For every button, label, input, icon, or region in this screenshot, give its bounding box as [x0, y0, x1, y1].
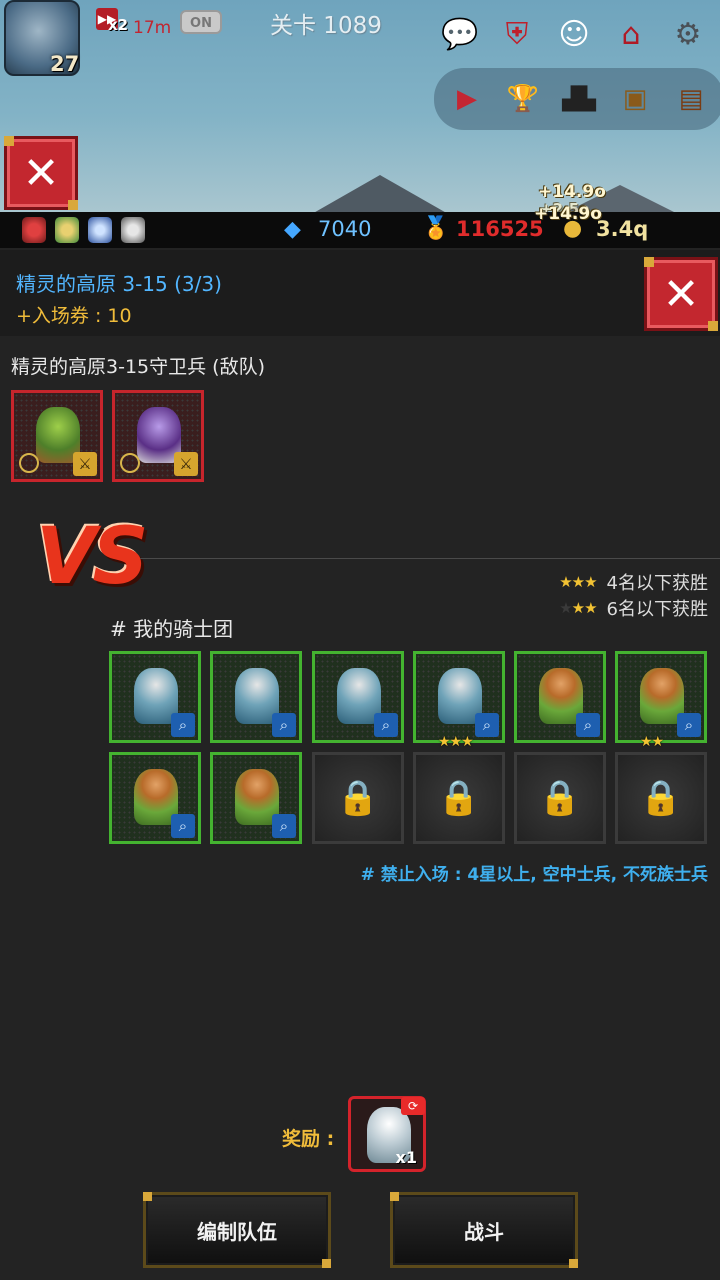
ring-icon: [19, 453, 39, 473]
reward-quantity: x1: [395, 1148, 417, 1167]
battle-button[interactable]: 战斗: [390, 1192, 578, 1268]
magnifier-icon[interactable]: ⌕: [475, 713, 499, 737]
three-star-icon: ★★★: [559, 573, 597, 591]
ally-unit-card[interactable]: ⌕ ★★★: [413, 651, 505, 750]
magnifier-icon[interactable]: ⌕: [272, 814, 296, 838]
magnifier-icon[interactable]: ⌕: [677, 713, 701, 737]
party-icons: [22, 217, 145, 243]
sword-icon: ⚔: [73, 452, 97, 476]
lock-icon: 🔒: [639, 778, 683, 818]
play-icon[interactable]: ▶: [444, 76, 490, 122]
sword-icon: ⚔: [174, 452, 198, 476]
boost-time-remaining: 17m: [133, 18, 172, 38]
trophy-icon[interactable]: 🏆: [500, 76, 546, 122]
hero-portrait-icon[interactable]: [88, 217, 112, 243]
hero-portrait-icon[interactable]: [121, 217, 145, 243]
locked-slot[interactable]: 🔒: [514, 752, 606, 844]
medal-icon: 🏅: [422, 216, 450, 241]
sub-menu: ▶ 🏆 ▟▙ ▣ ▤: [434, 68, 720, 130]
win-condition-text: 4名以下获胜: [606, 573, 708, 594]
gear-icon[interactable]: ⚙: [664, 10, 712, 58]
lock-icon: 🔒: [538, 778, 582, 818]
speed-multiplier: x2: [108, 16, 129, 34]
stage-label: 关卡 1089: [270, 13, 382, 39]
ally-unit-card[interactable]: ⌕: [210, 752, 302, 844]
ally-unit-card[interactable]: ⌕ ★★: [615, 651, 707, 750]
resource-bar: ◆ 7040 🏅 116525 ● 3.4q: [0, 212, 720, 248]
magnifier-icon[interactable]: ⌕: [374, 713, 398, 737]
shield-banner-icon[interactable]: ⛨: [493, 10, 541, 58]
win-condition: ★★★ 4名以下获胜: [559, 569, 708, 595]
win-condition-text: 6名以下获胜: [606, 599, 708, 620]
lock-icon: 🔒: [336, 778, 380, 818]
podium-icon[interactable]: ▟▙: [556, 76, 602, 122]
mountain: [310, 175, 450, 212]
lock-icon: 🔒: [437, 778, 481, 818]
locked-slot[interactable]: 🔒: [413, 752, 505, 844]
ally-unit-card[interactable]: ⌕: [109, 651, 201, 743]
dialog-close-button[interactable]: ✕: [644, 257, 718, 331]
auto-toggle[interactable]: ON: [180, 10, 222, 34]
reward-item[interactable]: ⟳ x1: [348, 1096, 426, 1172]
hero-portrait-icon[interactable]: [22, 217, 46, 243]
ally-unit-card[interactable]: ⌕: [109, 752, 201, 844]
angel-icon[interactable]: ☺: [550, 10, 598, 58]
vs-logo: VS: [36, 512, 149, 602]
divider: [140, 558, 720, 559]
star-rating: ★★: [640, 734, 664, 750]
gem-count: 7040: [318, 217, 372, 241]
magnifier-icon[interactable]: ⌕: [576, 713, 600, 737]
locked-slot[interactable]: 🔒: [615, 752, 707, 844]
card-book-icon[interactable]: ▤: [668, 76, 714, 122]
ring-icon: [120, 453, 140, 473]
monster-book-icon[interactable]: ▣: [612, 76, 658, 122]
entry-restriction-text: # 禁止入场 : 4星以上, 空中士兵, 不死族士兵: [360, 865, 708, 885]
magnifier-icon[interactable]: ⌕: [171, 713, 195, 737]
magnifier-icon[interactable]: ⌕: [272, 713, 296, 737]
dialog-title: 精灵的高原 3-15 (3/3): [16, 272, 222, 296]
scene-close-button[interactable]: ✕: [4, 136, 78, 210]
ally-section-title: # 我的骑士团: [110, 617, 234, 641]
locked-slot[interactable]: 🔒: [312, 752, 404, 844]
magnifier-icon[interactable]: ⌕: [171, 814, 195, 838]
reward-label: 奖励 :: [282, 1128, 335, 1150]
top-menu: 💬 ⛨ ☺ ⌂ ⚙: [436, 10, 720, 58]
game-scene: 27 ▶▶ x2 17m ON 关卡 1089 💬 ⛨ ☺ ⌂ ⚙ ▶ 🏆 ▟▙…: [0, 0, 720, 212]
ally-unit-card[interactable]: ⌕: [312, 651, 404, 743]
ally-unit-card[interactable]: ⌕: [210, 651, 302, 743]
hero-portrait-icon[interactable]: [55, 217, 79, 243]
gold-count: 3.4q: [596, 217, 649, 241]
enemy-section-title: 精灵的高原3-15守卫兵 (敌队): [11, 356, 265, 378]
house-icon[interactable]: ⌂: [607, 10, 655, 58]
two-star-icon: ★★★: [559, 599, 597, 617]
floating-gain-text: +14.9o: [534, 204, 602, 224]
enemy-unit-card[interactable]: ⚔: [11, 390, 103, 482]
player-level: 27: [50, 52, 80, 76]
star-rating: ★★★: [438, 734, 474, 750]
reward-badge-icon: ⟳: [401, 1097, 425, 1115]
edit-team-button[interactable]: 编制队伍: [143, 1192, 331, 1268]
medal-count: 116525: [456, 217, 544, 241]
entry-ticket-cost: +入场券 : 10: [16, 305, 132, 327]
enemy-unit-card[interactable]: ⚔: [112, 390, 204, 482]
chat-icon[interactable]: 💬: [436, 10, 484, 58]
floating-gain-text: +14.9o: [538, 182, 606, 202]
gem-icon: ◆: [284, 217, 301, 242]
win-condition: ★★★ 6名以下获胜: [559, 595, 708, 621]
ally-unit-card[interactable]: ⌕: [514, 651, 606, 743]
